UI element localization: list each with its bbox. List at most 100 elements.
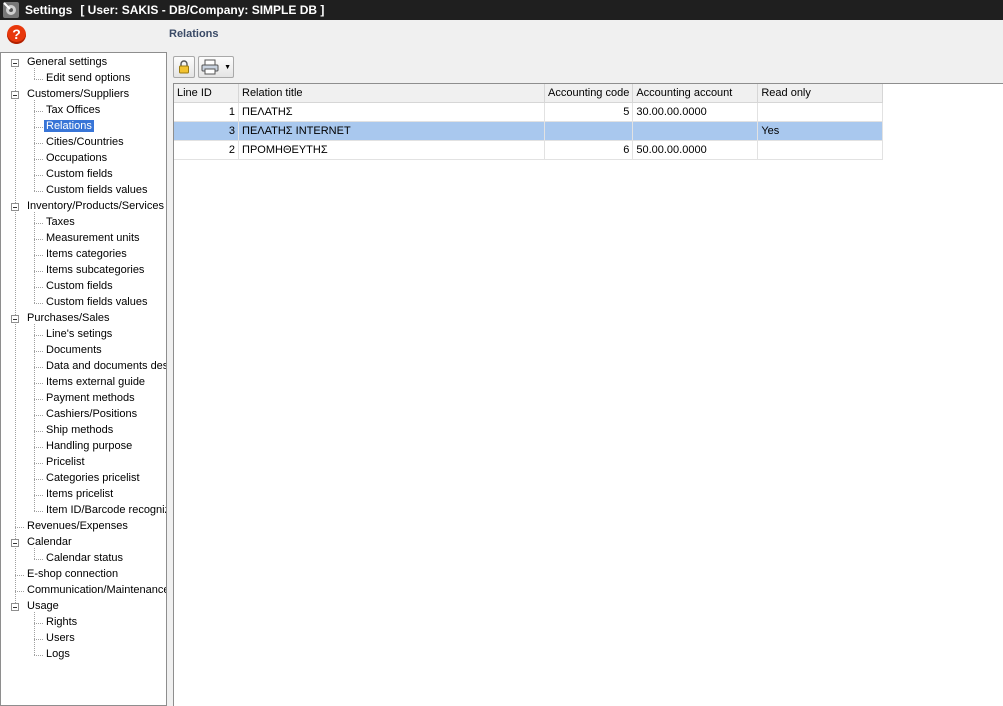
tree-item-documents[interactable]: Documents bbox=[44, 343, 104, 358]
tree-item-label: Tax Offices bbox=[46, 104, 101, 116]
cell-line-id: 3 bbox=[174, 121, 239, 141]
tree-connector bbox=[34, 287, 43, 288]
tree-group-calendar[interactable]: Calendar bbox=[25, 535, 74, 550]
tree-item-label: Calendar status bbox=[46, 552, 124, 564]
tree-connector bbox=[34, 79, 43, 80]
tree-group-inventory-products-services[interactable]: Inventory/Products/Services bbox=[25, 199, 166, 214]
tree-item-label: Payment methods bbox=[46, 392, 135, 404]
tree-item-items-external-guide[interactable]: Items external guide bbox=[44, 375, 147, 390]
column-header-line-id[interactable]: Line ID bbox=[174, 84, 239, 103]
tree-item-custom-fields[interactable]: Custom fields bbox=[44, 279, 115, 294]
collapse-icon[interactable] bbox=[11, 91, 19, 99]
chevron-down-icon[interactable]: ▼ bbox=[224, 64, 231, 71]
tree-item-items-subcategories[interactable]: Items subcategories bbox=[44, 263, 146, 278]
collapse-icon[interactable] bbox=[11, 203, 19, 211]
cell-accounting-account bbox=[632, 121, 759, 141]
collapse-icon[interactable] bbox=[11, 315, 19, 323]
tree-item-label: Communication/Maintenance bbox=[27, 584, 167, 596]
tree-item-measurement-units[interactable]: Measurement units bbox=[44, 231, 142, 246]
cell-line-id: 2 bbox=[174, 140, 239, 160]
tree-group-e-shop-connection[interactable]: E-shop connection bbox=[25, 567, 120, 582]
tree-connector bbox=[34, 351, 35, 367]
column-header-accounting-code[interactable]: Accounting code bbox=[544, 84, 634, 103]
tree-item-pricelist[interactable]: Pricelist bbox=[44, 455, 87, 470]
collapse-icon[interactable] bbox=[11, 603, 19, 611]
tree-connector bbox=[34, 367, 35, 383]
tree-item-cashiers-positions[interactable]: Cashiers/Positions bbox=[44, 407, 139, 422]
title-bar: Settings [ User: SAKIS - DB/Company: SIM… bbox=[0, 0, 1003, 20]
tree-item-custom-fields-values[interactable]: Custom fields values bbox=[44, 295, 150, 310]
tree-group-usage[interactable]: Usage bbox=[25, 599, 61, 614]
tree-connector bbox=[34, 324, 35, 335]
tree-connector bbox=[34, 271, 35, 287]
tree-item-relations[interactable]: Relations bbox=[43, 119, 95, 134]
tree-connector bbox=[34, 111, 43, 112]
tree-item-calendar-status[interactable]: Calendar status bbox=[44, 551, 125, 566]
tree-item-line-s-setings[interactable]: Line's setings bbox=[44, 327, 114, 342]
tree-item-data-and-documents-desi[interactable]: Data and documents desi bbox=[44, 359, 166, 374]
tree-connector bbox=[34, 175, 43, 176]
tree-item-label: Ship methods bbox=[46, 424, 114, 436]
tree-item-label: Customers/Suppliers bbox=[27, 88, 130, 100]
tree-item-payment-methods[interactable]: Payment methods bbox=[44, 391, 137, 406]
tree-connector bbox=[15, 591, 24, 592]
settings-tree[interactable]: General settings Edit send options Custome… bbox=[0, 52, 167, 706]
tree-item-rights[interactable]: Rights bbox=[44, 615, 79, 630]
relations-grid[interactable]: Line ID Relation title Accounting code A… bbox=[173, 83, 1003, 706]
tree-group-communication-maintenance[interactable]: Communication/Maintenance bbox=[25, 583, 167, 598]
tree-group-customers-suppliers[interactable]: Customers/Suppliers bbox=[25, 87, 131, 102]
tree-connector bbox=[34, 463, 43, 464]
tree-connector bbox=[34, 479, 35, 495]
column-header-accounting-account[interactable]: Accounting account bbox=[632, 84, 759, 103]
help-button[interactable]: ? bbox=[7, 25, 26, 44]
tree-connector bbox=[34, 335, 43, 336]
tree-item-categories-pricelist[interactable]: Categories pricelist bbox=[44, 471, 142, 486]
tree-item-label: Documents bbox=[46, 344, 102, 356]
tree-connector bbox=[34, 367, 43, 368]
print-button[interactable]: ▼ bbox=[198, 56, 234, 78]
tree-connector bbox=[34, 127, 35, 143]
tree-group-general-settings[interactable]: General settings bbox=[25, 55, 109, 70]
column-header-relation-title[interactable]: Relation title bbox=[238, 84, 545, 103]
table-row[interactable]: 1 ΠΕΛΑΤΗΣ 5 30.00.00.0000 bbox=[174, 102, 884, 122]
tree-connector bbox=[34, 255, 43, 256]
tree-item-item-id-barcode-recogniz[interactable]: Item ID/Barcode recogniz bbox=[44, 503, 166, 518]
tree-item-logs[interactable]: Logs bbox=[44, 647, 72, 662]
column-header-read-only[interactable]: Read only bbox=[757, 84, 884, 103]
tree-item-label: Relations bbox=[43, 119, 95, 133]
tree-item-occupations[interactable]: Occupations bbox=[44, 151, 109, 166]
tree-group-purchases-sales[interactable]: Purchases/Sales bbox=[25, 311, 112, 326]
tree-item-label: E-shop connection bbox=[27, 568, 119, 580]
collapse-icon[interactable] bbox=[11, 539, 19, 547]
tree-connector bbox=[34, 639, 35, 655]
table-row[interactable]: 2 ΠΡΟΜΗΘΕΥΤΗΣ 6 50.00.00.0000 bbox=[174, 140, 884, 160]
tree-connector bbox=[34, 612, 35, 623]
tree-item-users[interactable]: Users bbox=[44, 631, 77, 646]
cell-relation-title: ΠΕΛΑΤΗΣ INTERNET bbox=[238, 121, 545, 141]
cell-read-only bbox=[757, 140, 884, 160]
tree-item-cities-countries[interactable]: Cities/Countries bbox=[44, 135, 126, 150]
tree-item-custom-fields[interactable]: Custom fields bbox=[44, 167, 115, 182]
tree-connector bbox=[15, 575, 24, 576]
tree-connector bbox=[34, 383, 35, 399]
table-row[interactable]: 3 ΠΕΛΑΤΗΣ INTERNET Yes bbox=[174, 121, 884, 141]
tree-group-revenues-expenses[interactable]: Revenues/Expenses bbox=[25, 519, 130, 534]
tree-item-items-categories[interactable]: Items categories bbox=[44, 247, 129, 262]
tree-item-items-pricelist[interactable]: Items pricelist bbox=[44, 487, 115, 502]
tree-item-ship-methods[interactable]: Ship methods bbox=[44, 423, 115, 438]
tree-item-handling-purpose[interactable]: Handling purpose bbox=[44, 439, 134, 454]
collapse-icon[interactable] bbox=[11, 59, 19, 67]
tree-item-label: Line's setings bbox=[46, 328, 113, 340]
lock-button[interactable] bbox=[173, 56, 195, 78]
cell-read-only bbox=[757, 102, 884, 122]
tree-item-custom-fields-values[interactable]: Custom fields values bbox=[44, 183, 150, 198]
tree-connector bbox=[34, 127, 43, 128]
tree-connector bbox=[34, 212, 35, 223]
tree-item-tax-offices[interactable]: Tax Offices bbox=[44, 103, 102, 118]
tree-item-taxes[interactable]: Taxes bbox=[44, 215, 77, 230]
tree-connector bbox=[34, 399, 43, 400]
tree-item-edit-send-options[interactable]: Edit send options bbox=[44, 71, 132, 86]
tree-connector bbox=[34, 239, 35, 255]
tree-connector bbox=[15, 63, 16, 603]
cell-accounting-code: 6 bbox=[544, 140, 634, 160]
